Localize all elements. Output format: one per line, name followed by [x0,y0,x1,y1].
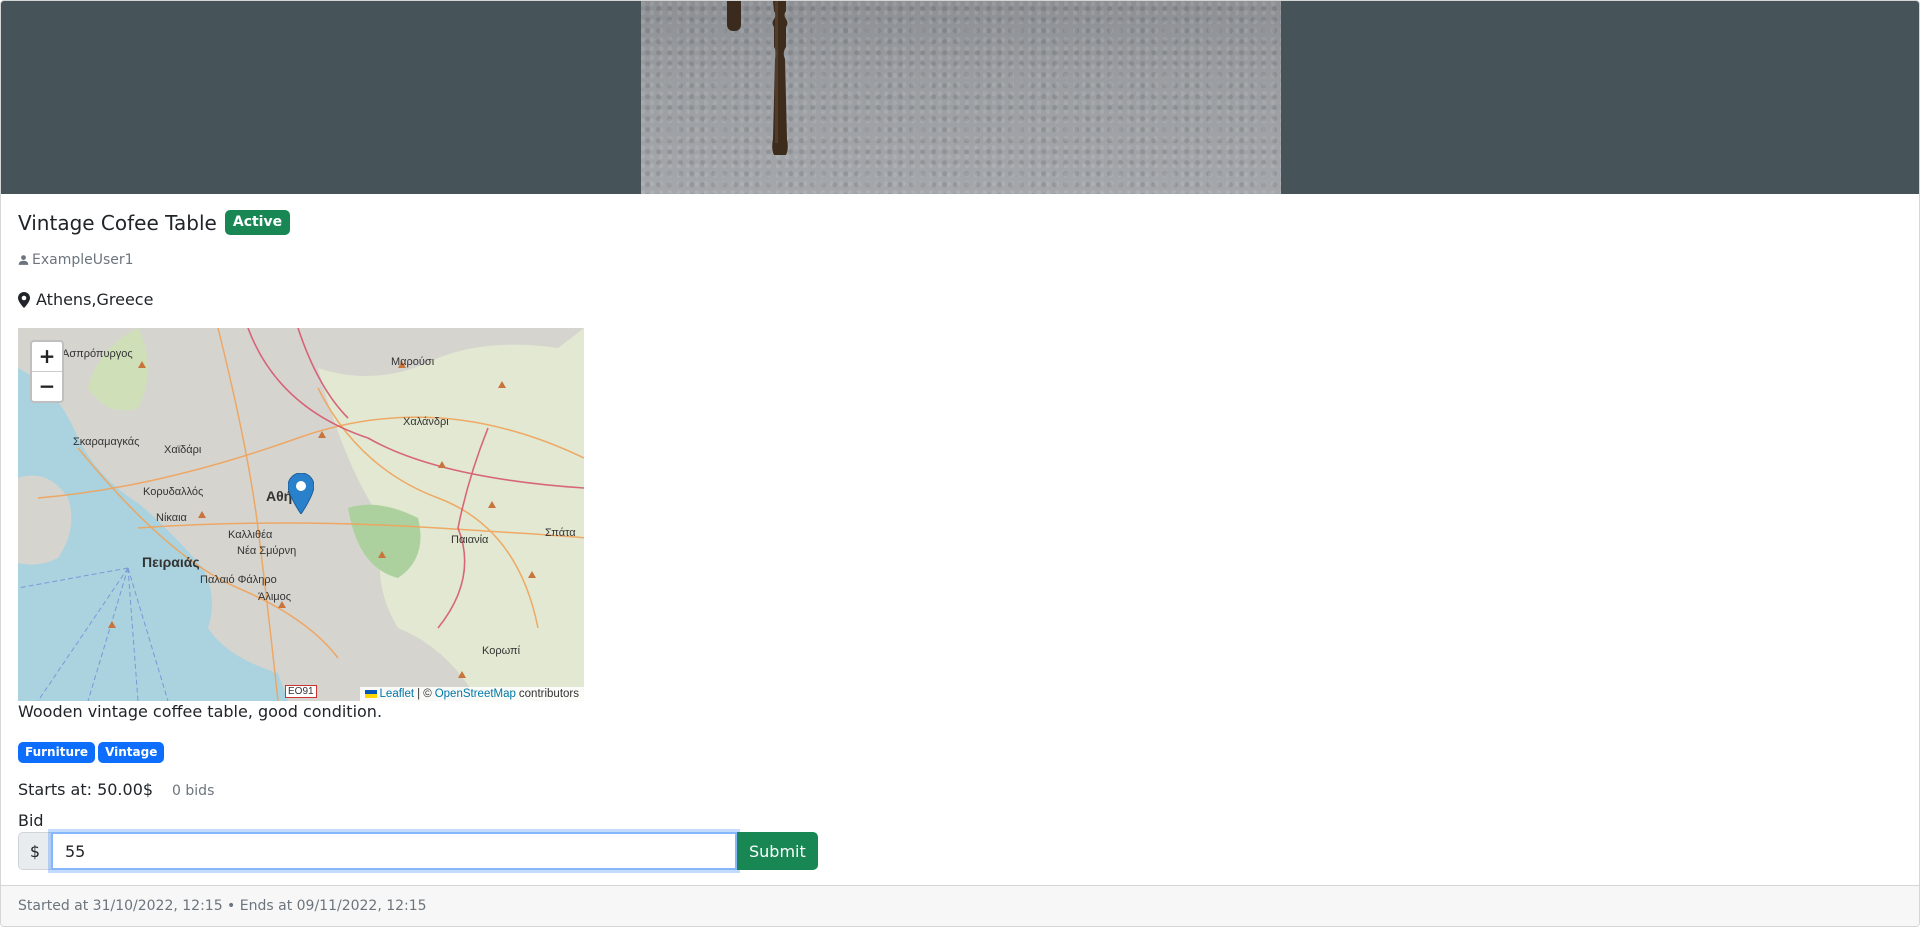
zoom-in-button[interactable]: + [32,342,62,371]
leaflet-link[interactable]: Leaflet [380,688,415,700]
zoom-out-button[interactable]: − [32,371,62,401]
map-label: Ασπρόπυργος [62,348,133,360]
submit-bid-button[interactable]: Submit [737,832,818,870]
tag-badge[interactable]: Vintage [98,742,165,763]
seller-row: ExampleUser1 [18,252,134,268]
map-attribution: Leaflet | © OpenStreetMap contributors [359,687,584,701]
map-label: Νέα Σμύρνη [237,545,297,557]
price-row: Starts at: 50.00$ 0 bids [18,780,214,799]
map-label: Χαϊδάρι [164,444,202,456]
seller-name: ExampleUser1 [32,252,134,268]
listing-photo[interactable] [641,1,1281,194]
bid-label: Bid [18,811,44,830]
map-label: Νίκαια [156,512,187,524]
map-label: Κορωπί [482,645,521,657]
location-text: Athens,Greece [36,290,154,309]
location-map[interactable]: Ασπρόπυργος Μαρούσι Σκαραμαγκάς Χαϊδάρι … [18,328,584,701]
title-row: Vintage Cofee Table Active [18,210,291,235]
map-label: Πειραιάς [142,554,200,570]
status-badge: Active [224,210,291,235]
bid-amount-input[interactable] [51,832,737,870]
person-icon [18,255,29,265]
map-label: Καλλιθέα [228,529,273,541]
location-row: Athens,Greece [18,290,153,309]
bid-count: 0 bids [172,783,215,799]
ukraine-flag-icon [364,690,377,698]
map-label: Σπάτα [545,527,576,539]
currency-prefix: $ [18,832,51,870]
attribution-separator: | © [417,688,432,700]
listing-title: Vintage Cofee Table [18,210,217,235]
map-label: Χαλάνδρι [403,416,449,428]
map-marker-icon[interactable] [288,473,314,514]
osm-link[interactable]: OpenStreetMap [435,688,516,700]
listing-description: Wooden vintage coffee table, good condit… [18,702,383,721]
bid-form: $ Submit [18,832,818,870]
map-label: Παλαιό Φάληρο [200,574,277,586]
auction-dates-footer: Started at 31/10/2022, 12:15 • Ends at 0… [1,885,1919,926]
map-label: Άλιμος [258,591,292,603]
map-label: Μαρούσι [391,356,435,368]
tag-badge[interactable]: Furniture [18,742,96,763]
starting-price: Starts at: 50.00$ [18,780,154,799]
map-label: Παιανία [451,534,489,546]
map-label: Κορυδαλλός [143,486,204,498]
map-label: Σκαραμαγκάς [73,436,140,448]
geo-pin-icon [18,291,30,308]
tag-list: Furniture Vintage [18,742,165,763]
table-leg-back [727,1,741,31]
table-leg-front [772,1,788,155]
hero-banner [1,1,1919,194]
road-shield: ΕΟ91 [285,685,317,698]
listing-card: Vintage Cofee Table Active ExampleUser1 … [0,0,1920,927]
attribution-tail: contributors [518,688,579,700]
map-zoom-control: + − [30,340,64,403]
